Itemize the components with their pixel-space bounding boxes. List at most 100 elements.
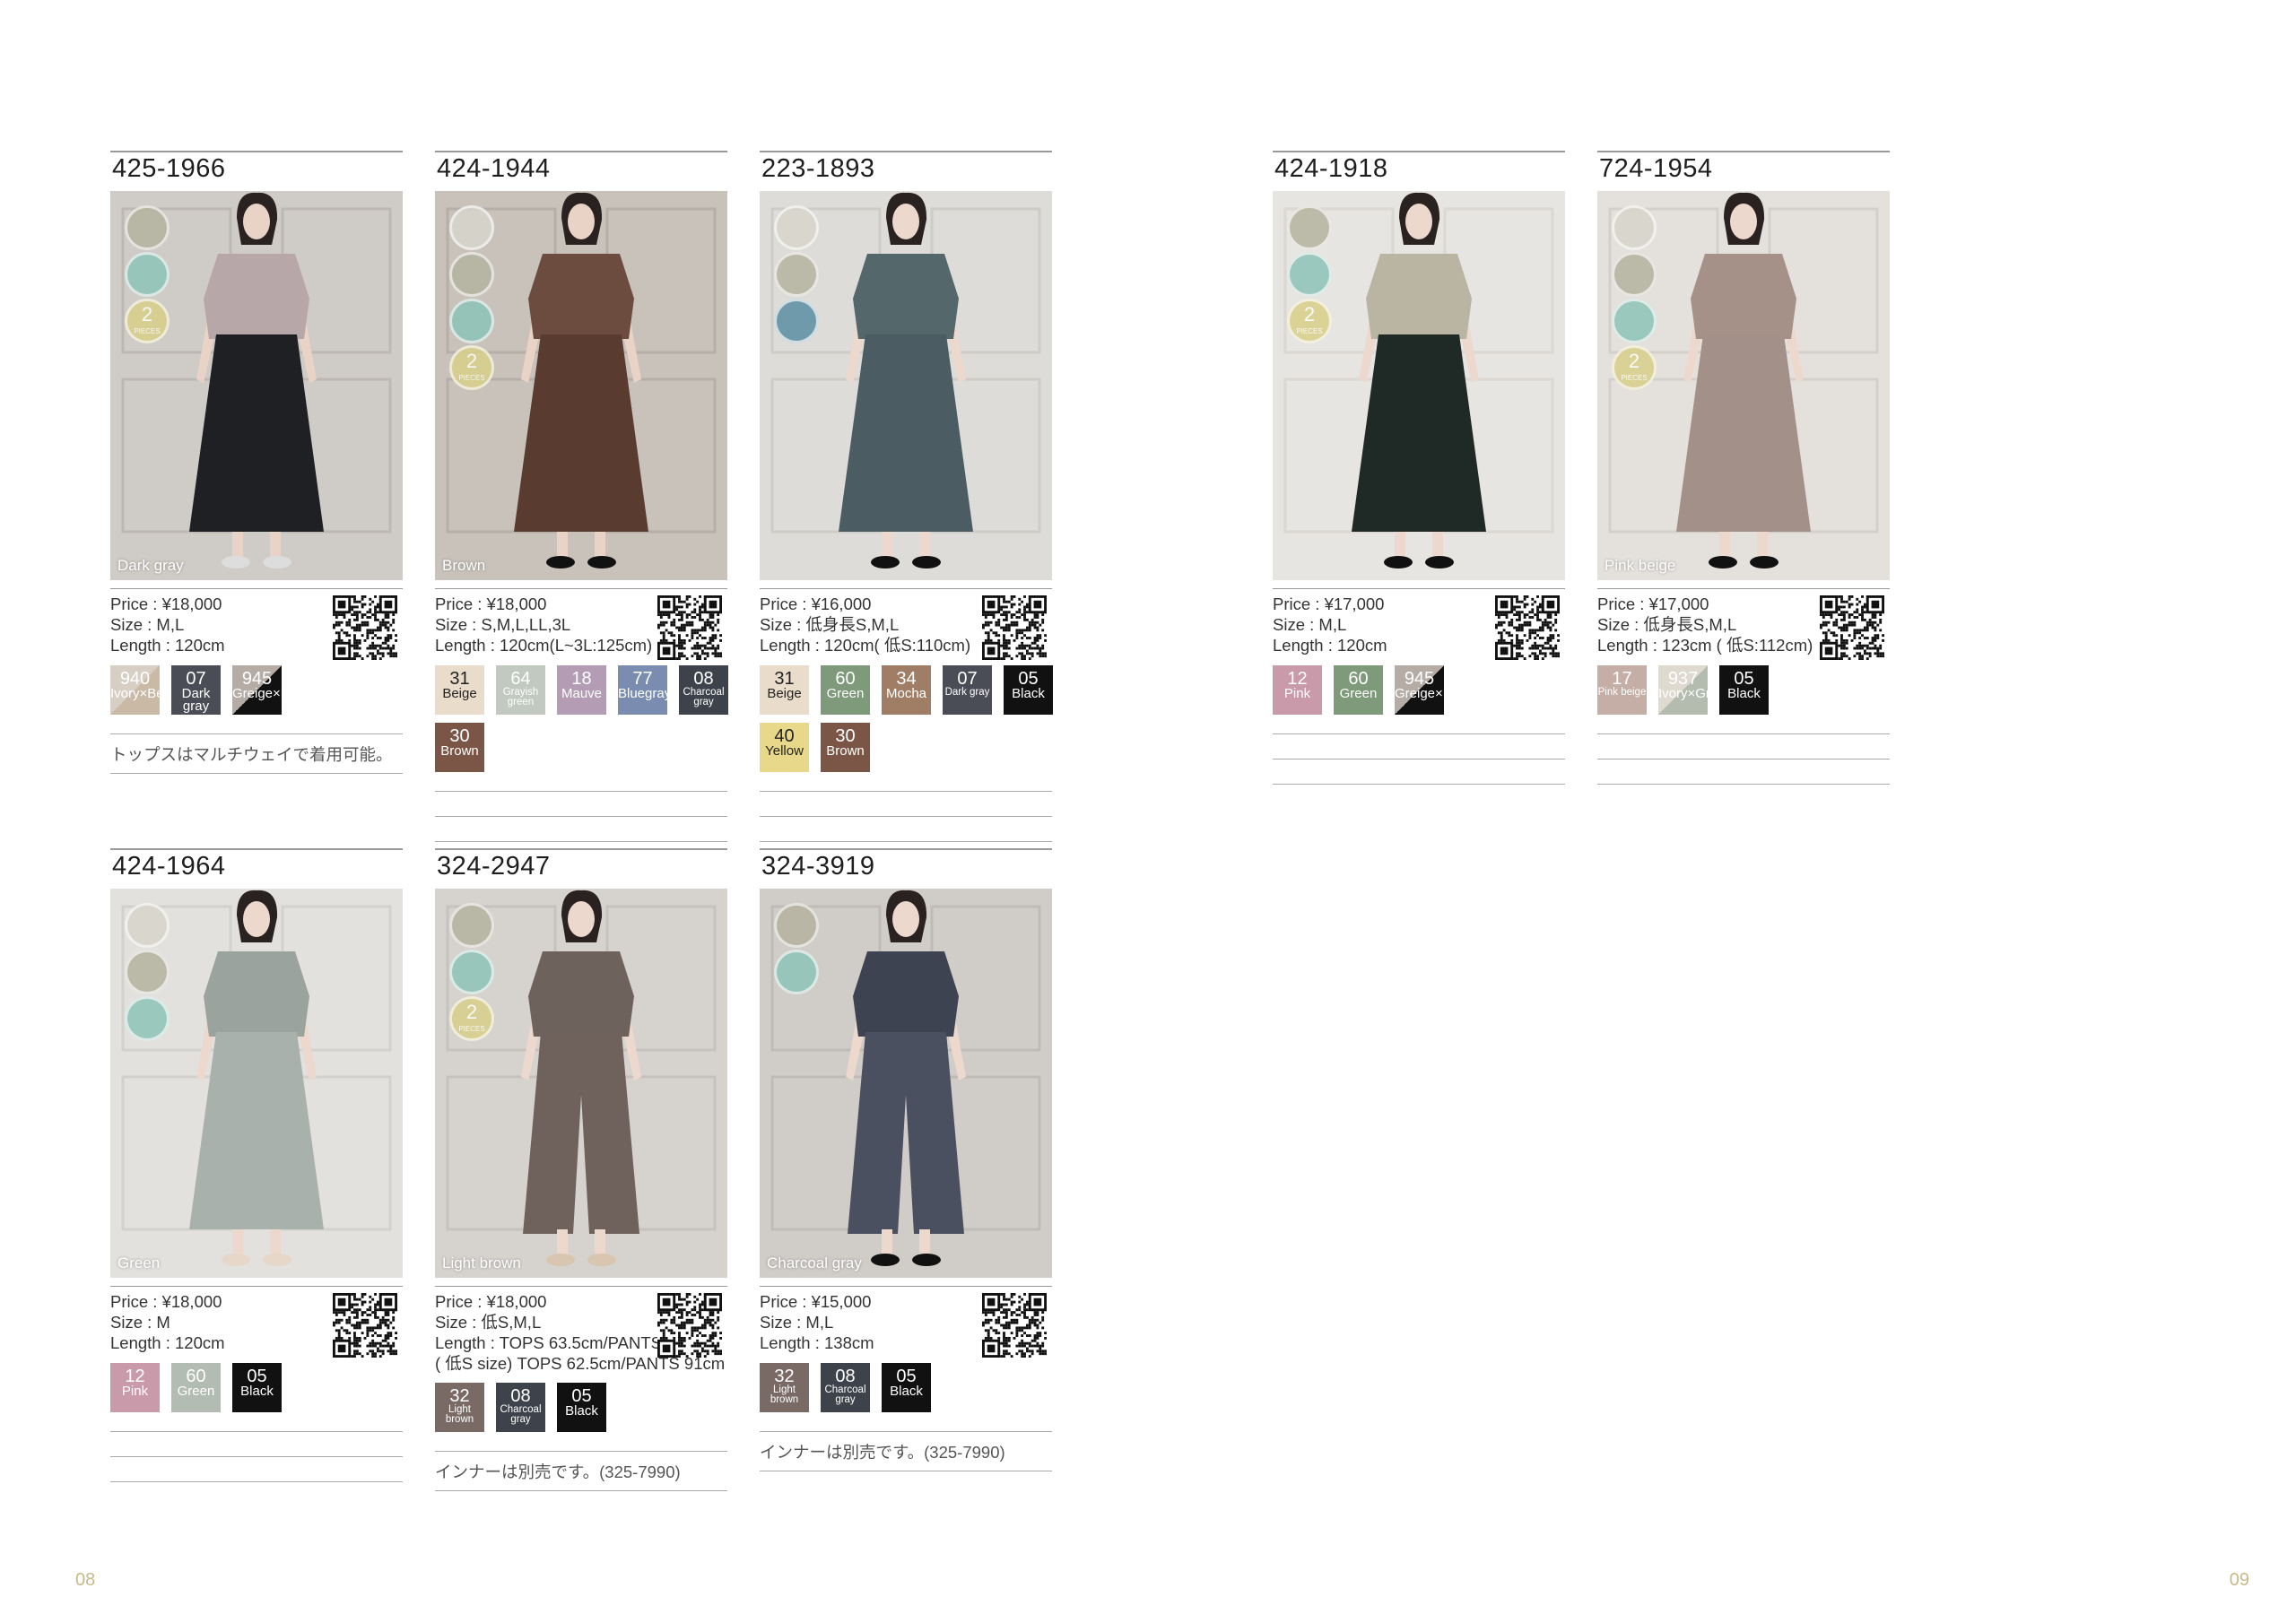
rule: [760, 1431, 1052, 1432]
product-photo: Green: [110, 889, 403, 1278]
length: Length : 120cm: [110, 636, 225, 655]
price: Price : ¥17,000: [1597, 595, 1709, 613]
rule: [1597, 784, 1890, 785]
size: Size : 低S,M,L: [435, 1313, 542, 1332]
swatch-name: Charcoal gray: [824, 1384, 866, 1405]
two-pieces-label: PIECES: [1621, 374, 1648, 382]
rule: [1597, 733, 1890, 734]
swatch-code: 945: [241, 669, 273, 689]
qr-code-pattern: [333, 595, 397, 660]
product-photo: 2 PIECES Pink beige: [1597, 191, 1890, 580]
swatch-name: Ivory×Green: [1658, 686, 1708, 701]
swatch-code: 05: [1734, 669, 1754, 689]
product-photo: [760, 191, 1052, 580]
size: Size : M,L: [1273, 615, 1347, 634]
price: Price : ¥17,000: [1273, 595, 1385, 613]
swatch-name: Brown: [826, 743, 865, 759]
swatch-code: 940: [119, 669, 151, 689]
product-code: 324-3919: [761, 852, 875, 881]
washable-icon: [125, 996, 170, 1041]
qr-code: [982, 595, 1047, 660]
swatch-code: 40: [774, 726, 795, 746]
size: Size : 低身長S,M,L: [760, 615, 900, 634]
swatch-code: 18: [571, 669, 592, 689]
price: Price : ¥15,000: [760, 1292, 872, 1311]
product-card-324-3919: 324-3919 Charcoal gray Price : ¥15,000 Size…: [760, 848, 1052, 1471]
swatch-code: 12: [125, 1367, 145, 1386]
spec-block: Price : ¥18,000 Size : M Length : 120cm: [110, 1291, 335, 1353]
swatch-code: 30: [835, 726, 856, 746]
swatch-code: 05: [1018, 669, 1039, 689]
swatch-name: Green: [826, 686, 865, 701]
product-photo: 2 PIECES Brown: [435, 191, 727, 580]
button-icon: [1612, 205, 1657, 250]
rule: [435, 841, 727, 842]
product-code: 424-1964: [112, 852, 226, 881]
price: Price : ¥18,000: [110, 595, 222, 613]
product-code: 424-1944: [437, 154, 551, 183]
divider: [1597, 588, 1890, 589]
divider: [110, 1286, 403, 1287]
model-photo-illustration: [110, 889, 403, 1278]
rule: [760, 841, 1052, 842]
spec-block: Price : ¥15,000 Size : M,L Length : 138cm: [760, 1291, 984, 1353]
qr-code-pattern: [657, 595, 722, 660]
color-swatch: 30 Brown: [821, 723, 870, 772]
color-swatch: 937Ivory×Green: [1658, 665, 1708, 715]
swatch-code: 34: [896, 669, 917, 689]
product-code: 223-1893: [761, 154, 875, 183]
swatch-name: Green: [177, 1384, 215, 1399]
color-swatch: 945Greige×Black: [232, 665, 282, 715]
zipper-icon: [774, 252, 819, 297]
swatch-code: 05: [896, 1367, 917, 1386]
two-pieces-icon: 2 PIECES: [1287, 299, 1332, 343]
model-photo-illustration: [760, 889, 1052, 1278]
color-swatch: 32 Light brown: [435, 1383, 484, 1432]
color-swatch: 08 Charcoal gray: [496, 1383, 545, 1432]
card-header: 425-1966: [110, 151, 403, 194]
color-swatch: 05 Black: [1004, 665, 1053, 715]
swatch-code: 05: [247, 1367, 267, 1386]
color-swatch: 940Ivory×Beige: [110, 665, 160, 715]
rule: [435, 816, 727, 817]
length: Length : 120cm: [1273, 636, 1387, 655]
page-number-right: 09: [2229, 1570, 2249, 1590]
size: Size : 低身長S,M,L: [1597, 615, 1737, 634]
color-swatch: 12 Pink: [1273, 665, 1322, 715]
zipper-icon: [1287, 205, 1332, 250]
two-pieces-icon: 2 PIECES: [449, 996, 494, 1041]
product-card-324-2947: 324-2947 2 PIECES Light brown Price : ¥18,00…: [435, 848, 727, 1491]
swatch-code: 08: [693, 669, 714, 689]
swatch-name: Charcoal gray: [683, 687, 725, 707]
length: Length : 120cm( 低S:110cm): [760, 636, 971, 655]
swatch-name: Greige×Black: [232, 686, 282, 701]
note-text: インナーは別売です。(325-7990): [760, 1443, 1005, 1462]
spec-block: Price : ¥18,000 Size : S,M,L,LL,3L Length …: [435, 594, 659, 655]
product-card-223-1893: 223-1893 Price : ¥16,000 Size : 低身長S,M,L Le…: [760, 151, 1053, 842]
color-swatch: 32 Light brown: [760, 1363, 809, 1412]
zipper-icon: [125, 205, 170, 250]
washable-icon: [774, 299, 819, 343]
qr-code-pattern: [1820, 595, 1884, 660]
product-photo: 2 PIECES Dark gray: [110, 191, 403, 580]
swatch-name: Ivory×Beige: [110, 686, 160, 701]
length: Length : 123cm ( 低S:112cm): [1597, 636, 1813, 655]
card-header: 424-1964: [110, 848, 403, 891]
two-pieces-label: PIECES: [458, 1025, 485, 1033]
swatch-name: Pink: [1283, 686, 1311, 701]
color-swatch: 34 Mocha: [882, 665, 931, 715]
swatch-code: 937: [1667, 669, 1699, 689]
swatch-name: Beige: [442, 686, 477, 701]
color-swatch: 05 Black: [1719, 665, 1769, 715]
qr-code: [333, 1293, 397, 1358]
spec-block: Price : ¥17,000 Size : M,L Length : 120cm: [1273, 594, 1497, 655]
color-swatch: 05 Black: [882, 1363, 931, 1412]
color-swatch: 60 Green: [1334, 665, 1383, 715]
qr-code: [1820, 595, 1884, 660]
swatch-name: Light brown: [770, 1384, 799, 1405]
button-icon: [449, 205, 494, 250]
two-pieces-icon: 2 PIECES: [449, 345, 494, 390]
color-swatch: 60 Green: [171, 1363, 221, 1412]
qr-code: [1495, 595, 1560, 660]
color-swatch: 05 Black: [557, 1383, 606, 1432]
